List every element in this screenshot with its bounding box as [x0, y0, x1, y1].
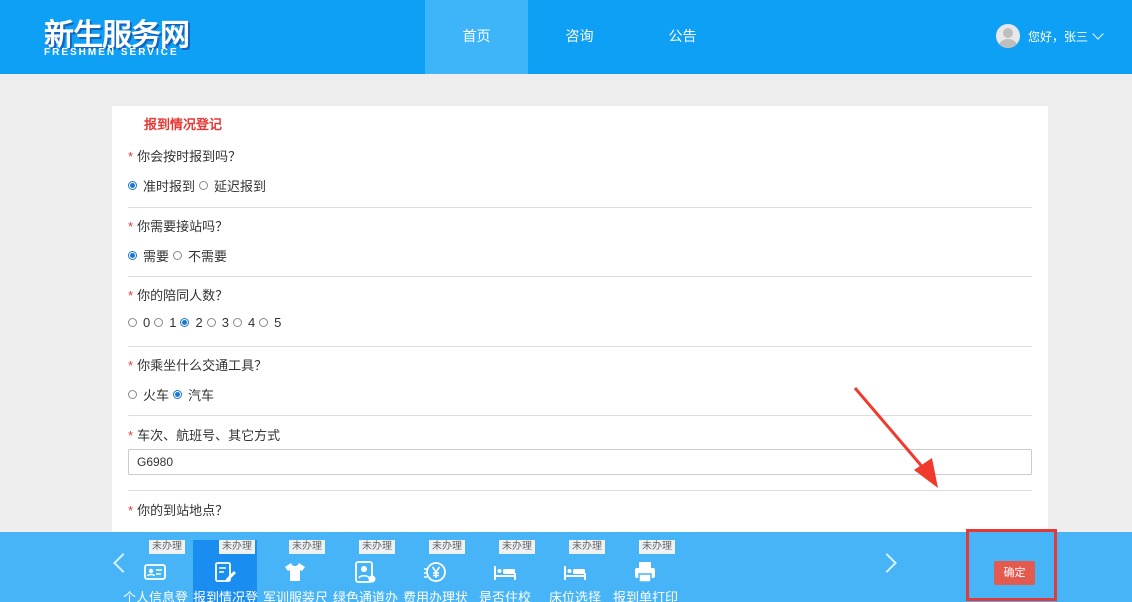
question-trip-number: * 车次、航班号、其它方式 G6980 [128, 425, 1032, 475]
tab-label: 报到单打印 [613, 590, 679, 602]
printer-icon [635, 562, 655, 583]
radio-delayed[interactable]: 延迟报到 [199, 176, 266, 195]
question-label: 你的到站地点？ [137, 503, 229, 518]
question-pickup: * 你需要接站吗？ 需要 不需要 [128, 216, 1032, 264]
radio-need[interactable]: 需要 [128, 246, 169, 265]
tab-uniform-size[interactable]: 未办理 军训服装尺 [263, 540, 329, 602]
divider [128, 490, 1032, 491]
nav-consult[interactable]: 咨询 [528, 0, 631, 74]
chevron-right-icon[interactable] [877, 553, 897, 573]
nav-home[interactable]: 首页 [425, 0, 528, 74]
question-label: 你乘坐什么交通工具？ [137, 358, 268, 373]
radio-unchecked-icon[interactable] [199, 181, 209, 190]
radio-checked-icon[interactable] [128, 181, 137, 190]
radio-companions-0[interactable]: 0 [128, 315, 150, 330]
radio-bus[interactable]: 汽车 [173, 385, 214, 404]
required-mark: * [128, 428, 134, 443]
logo-subtitle: FRESHMEN SERVICE [44, 47, 179, 58]
tab-green-channel[interactable]: 未办理 绿色通道办 [333, 540, 399, 602]
required-mark: * [128, 288, 134, 303]
nav-notice[interactable]: 公告 [631, 0, 734, 74]
question-label: 你会按时报到吗？ [137, 149, 242, 164]
status-badge: 未办理 [149, 540, 185, 554]
registration-form: 报到情况登记 * 你会按时报到吗？ 准时报到 延迟报到 * 你需要接站吗？ 需要 不… [112, 106, 1048, 546]
bed-icon [494, 566, 516, 580]
tab-label: 绿色通道办 [333, 590, 399, 602]
radio-checked-icon[interactable] [128, 251, 137, 260]
bed-icon [564, 566, 586, 580]
tab-report-status[interactable]: 未办理 报到情况登 [193, 540, 259, 602]
radio-no-need[interactable]: 不需要 [173, 246, 227, 265]
form-title: 报到情况登记 [144, 117, 223, 132]
status-badge: 未办理 [499, 540, 535, 554]
radio-on-time[interactable]: 准时报到 [128, 176, 195, 195]
tab-label: 报到情况登 [193, 590, 259, 602]
question-label: 你的陪同人数？ [137, 288, 229, 303]
question-transport: * 你乘坐什么交通工具？ 火车 汽车 [128, 355, 1032, 403]
radio-train[interactable]: 火车 [128, 385, 169, 404]
required-mark: * [128, 149, 134, 164]
divider [128, 415, 1032, 416]
tab-fee-status[interactable]: 未办理 费用办理状 [403, 540, 469, 602]
required-mark: * [128, 503, 134, 518]
radio-companions-4[interactable]: 4 [232, 315, 255, 330]
badge-user-icon [355, 561, 376, 583]
step-bar: 未办理 个人信息登 未办理 报到情况登 未办理 军训服装尺 未办理 绿色通道办 … [0, 532, 1132, 602]
question-on-time: * 你会按时报到吗？ 准时报到 延迟报到 [128, 146, 1032, 194]
avatar [996, 24, 1020, 48]
tab-print-form[interactable]: 未办理 报到单打印 [613, 540, 679, 602]
tab-label: 费用办理状 [403, 590, 469, 602]
tshirt-icon [285, 563, 305, 581]
divider [128, 346, 1032, 347]
question-arrival-station: * 你的到站地点？ [128, 500, 1032, 519]
status-badge: 未办理 [359, 540, 395, 554]
chevron-down-icon [1092, 28, 1104, 40]
question-label: 你需要接站吗？ [137, 219, 229, 234]
radio-checked-icon[interactable] [173, 390, 183, 399]
trip-number-input[interactable]: G6980 [128, 449, 1032, 475]
yuan-icon [424, 562, 446, 582]
radio-unchecked-icon[interactable] [173, 251, 183, 260]
radio-companions-3[interactable]: 3 [206, 315, 229, 330]
id-card-icon [144, 564, 166, 580]
status-badge: 未办理 [569, 540, 605, 554]
question-companions: * 你的陪同人数？ 0 1 2 3 4 5 [128, 285, 1032, 330]
tab-personal-info[interactable]: 未办理 个人信息登 [123, 540, 189, 602]
radio-companions-5[interactable]: 5 [259, 315, 281, 330]
radio-unchecked-icon[interactable] [128, 390, 137, 399]
radio-companions-1[interactable]: 1 [154, 315, 176, 330]
status-badge: 未办理 [219, 540, 255, 554]
status-badge: 未办理 [289, 540, 325, 554]
radio-companions-2[interactable]: 2 [180, 315, 203, 330]
status-badge: 未办理 [639, 540, 675, 554]
user-greeting: 您好，张三 [1028, 29, 1089, 44]
required-mark: * [128, 219, 134, 234]
top-header: 新生服务网 FRESHMEN SERVICE 首页 咨询 公告 您好，张三 [0, 0, 1132, 74]
divider [128, 207, 1032, 208]
question-label: 车次、航班号、其它方式 [137, 428, 281, 443]
user-menu[interactable]: 您好，张三 [996, 24, 1104, 48]
tab-label: 是否住校 [478, 590, 531, 602]
confirm-button[interactable]: 确定 [994, 561, 1035, 585]
status-badge: 未办理 [429, 540, 465, 554]
tab-label: 床位选择 [548, 590, 601, 602]
tab-live-on-campus[interactable]: 未办理 是否住校 [473, 540, 537, 602]
tab-label: 个人信息登 [123, 590, 189, 602]
divider [128, 276, 1032, 277]
edit-form-icon [215, 562, 236, 582]
tab-bed-selection[interactable]: 未办理 床位选择 [543, 540, 607, 602]
site-logo[interactable]: 新生服务网 FRESHMEN SERVICE [44, 10, 204, 66]
required-mark: * [128, 358, 134, 373]
main-nav: 首页 咨询 公告 [425, 0, 734, 74]
tab-label: 军训服装尺 [263, 590, 329, 602]
